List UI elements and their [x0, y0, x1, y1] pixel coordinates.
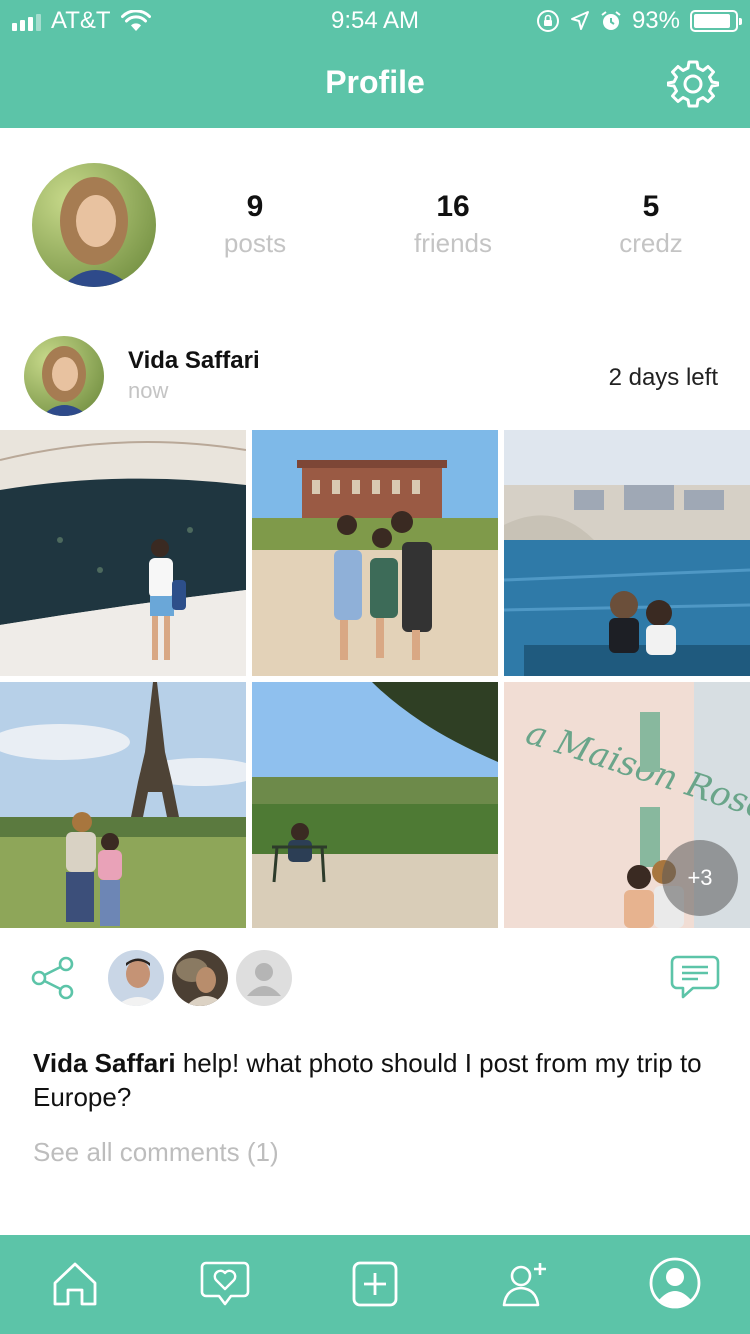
- friend-avatar[interactable]: [108, 950, 164, 1006]
- header-bar: AT&T 9:54 AM 93% Profile: [0, 0, 750, 128]
- status-bar: AT&T 9:54 AM 93%: [0, 0, 750, 40]
- friend-avatar[interactable]: [172, 950, 228, 1006]
- location-icon: [570, 11, 589, 30]
- photo-4[interactable]: [0, 682, 246, 928]
- add-post-icon[interactable]: [350, 1259, 400, 1309]
- stat-posts-value: 9: [246, 190, 264, 223]
- post-author-name[interactable]: Vida Saffari: [128, 347, 260, 375]
- alarm-icon: [601, 11, 621, 30]
- days-left-label: 2 days left: [608, 364, 718, 391]
- photo-2[interactable]: [252, 430, 498, 676]
- see-all-comments-link[interactable]: See all comments (1): [33, 1137, 279, 1168]
- more-photos-badge[interactable]: +3: [662, 840, 738, 916]
- post-author-avatar[interactable]: [24, 336, 104, 416]
- post-time: now: [128, 378, 169, 403]
- photo-1[interactable]: [0, 430, 246, 676]
- battery-icon: [690, 10, 742, 32]
- page-title: Profile: [325, 64, 425, 100]
- friend-avatar-placeholder[interactable]: [236, 950, 292, 1006]
- photo-5[interactable]: [252, 682, 498, 928]
- stat-credz-value: 5: [642, 190, 660, 223]
- share-icon[interactable]: [30, 955, 76, 1001]
- tab-bar: [0, 1235, 750, 1334]
- photo-3[interactable]: [504, 430, 750, 676]
- heart-message-icon[interactable]: [200, 1259, 250, 1309]
- battery-percent: 93%: [631, 7, 680, 34]
- add-friend-icon[interactable]: [500, 1259, 550, 1309]
- profile-avatar[interactable]: [32, 163, 156, 287]
- stat-posts[interactable]: 9 posts: [155, 190, 355, 259]
- stat-posts-label: posts: [223, 228, 287, 258]
- stat-friends-label: friends: [413, 228, 493, 258]
- stat-friends-value: 16: [436, 190, 470, 223]
- stat-friends[interactable]: 16 friends: [353, 190, 553, 259]
- comment-icon[interactable]: [670, 952, 720, 1002]
- caption-author[interactable]: Vida Saffari: [33, 1048, 176, 1078]
- orientation-lock-icon: [536, 10, 559, 32]
- post-caption: Vida Saffari help! what photo should I p…: [33, 1046, 723, 1114]
- stat-credz[interactable]: 5 credz: [551, 190, 750, 259]
- profile-icon[interactable]: [648, 1256, 702, 1310]
- home-icon[interactable]: [50, 1259, 100, 1309]
- gear-icon[interactable]: [667, 58, 719, 110]
- stat-credz-label: credz: [619, 228, 683, 258]
